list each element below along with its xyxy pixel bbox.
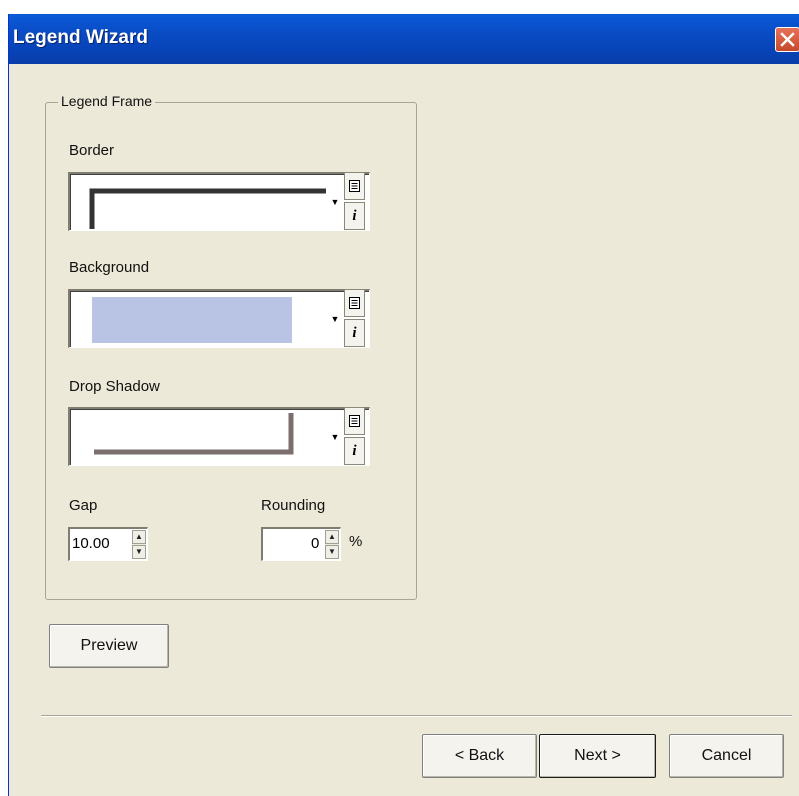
next-button[interactable]: Next > <box>539 734 656 778</box>
gap-decrement-button[interactable]: ▼ <box>132 545 146 559</box>
drop-shadow-info-button[interactable]: i <box>344 437 365 465</box>
list-icon <box>349 180 360 192</box>
title-bar[interactable]: Legend Wizard <box>9 14 799 64</box>
rounding-spinner[interactable]: 0 ▲ ▼ <box>261 527 341 561</box>
info-icon: i <box>352 207 357 224</box>
drop-shadow-properties-button[interactable] <box>344 407 365 435</box>
background-dropdown-button[interactable]: ▼ <box>327 289 343 348</box>
arrow-down-icon: ▼ <box>328 547 336 556</box>
rounding-spin-arrows: ▲ ▼ <box>325 530 339 559</box>
rounding-increment-button[interactable]: ▲ <box>325 530 339 544</box>
arrow-up-icon: ▲ <box>328 532 336 541</box>
background-label: Background <box>69 259 150 276</box>
background-properties-button[interactable] <box>344 289 365 317</box>
chevron-down-icon: ▼ <box>330 431 340 442</box>
chevron-down-icon: ▼ <box>330 196 340 207</box>
background-fill-swatch <box>92 297 292 343</box>
gap-spin-arrows: ▲ ▼ <box>132 530 146 559</box>
legend-frame-title: Legend Frame <box>58 93 156 109</box>
close-icon <box>780 32 795 47</box>
border-preview[interactable] <box>68 172 370 231</box>
gap-increment-button[interactable]: ▲ <box>132 530 146 544</box>
info-icon: i <box>352 442 357 459</box>
cancel-button[interactable]: Cancel <box>669 734 784 778</box>
drop-shadow-preview[interactable] <box>68 407 370 466</box>
drop-shadow-line-swatch <box>94 413 294 455</box>
legend-wizard-dialog: Legend Wizard Legend Frame Border ▼ i Ba… <box>8 14 799 796</box>
drop-shadow-dropdown-button[interactable]: ▼ <box>327 407 343 466</box>
border-label: Border <box>69 142 115 159</box>
border-properties-button[interactable] <box>344 172 365 200</box>
border-side-buttons: i <box>344 172 366 231</box>
arrow-up-icon: ▲ <box>135 532 143 541</box>
gap-label: Gap <box>69 497 98 514</box>
rounding-label: Rounding <box>261 497 326 514</box>
border-line-swatch <box>89 188 326 229</box>
drop-shadow-label: Drop Shadow <box>69 378 160 395</box>
border-info-button[interactable]: i <box>344 202 365 230</box>
drop-shadow-side-buttons: i <box>344 407 366 466</box>
background-side-buttons: i <box>344 289 366 348</box>
background-preview[interactable] <box>68 289 370 348</box>
preview-button[interactable]: Preview <box>49 624 169 668</box>
rounding-decrement-button[interactable]: ▼ <box>325 545 339 559</box>
back-button[interactable]: < Back <box>422 734 537 778</box>
chevron-down-icon: ▼ <box>330 313 340 324</box>
gap-value[interactable]: 10.00 <box>72 535 110 552</box>
rounding-value[interactable]: 0 <box>311 535 319 552</box>
close-button[interactable] <box>775 27 799 52</box>
list-icon <box>349 415 360 427</box>
footer-separator <box>41 715 792 717</box>
rounding-unit: % <box>349 533 363 550</box>
background-info-button[interactable]: i <box>344 319 365 347</box>
info-icon: i <box>352 324 357 341</box>
arrow-down-icon: ▼ <box>135 547 143 556</box>
gap-spinner[interactable]: 10.00 ▲ ▼ <box>68 527 148 561</box>
window-title: Legend Wizard <box>13 27 148 48</box>
border-dropdown-button[interactable]: ▼ <box>327 172 343 231</box>
list-icon <box>349 297 360 309</box>
